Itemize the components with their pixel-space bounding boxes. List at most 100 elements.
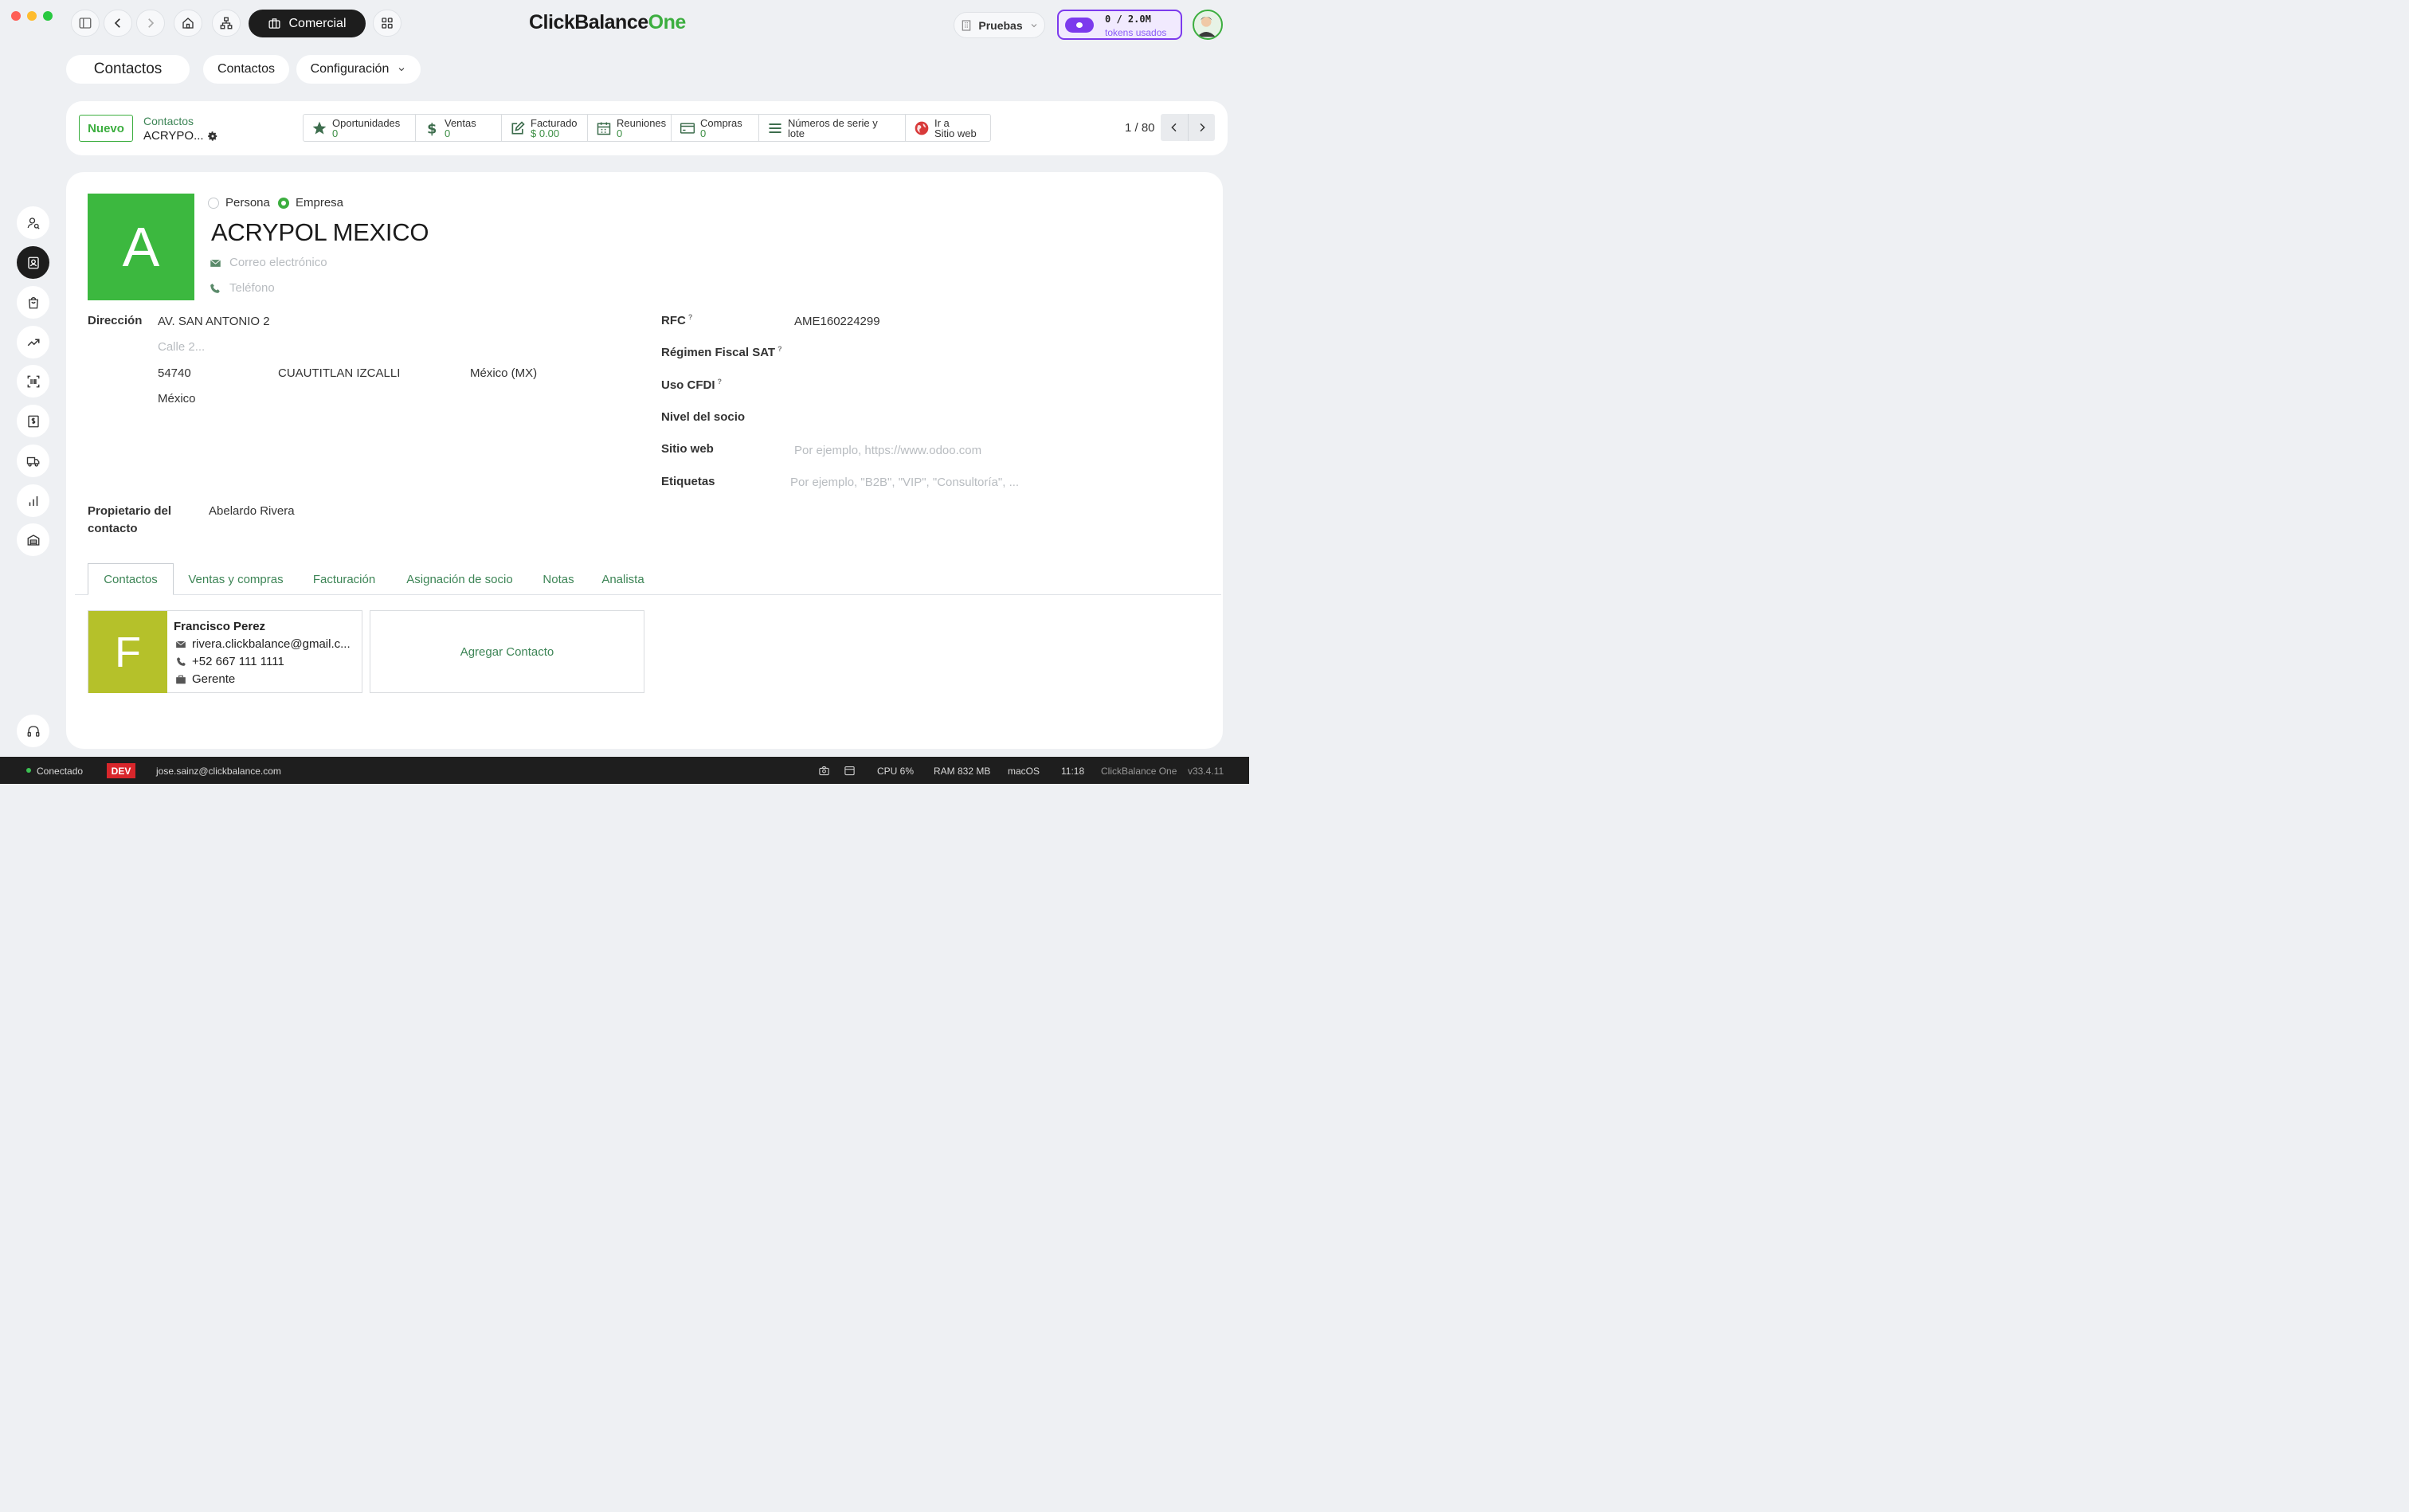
contact-card[interactable]: F Francisco Perez rivera.clickbalance@gm… — [88, 610, 362, 693]
partner-level-label: Nivel del socio — [661, 410, 746, 424]
gear-icon[interactable] — [207, 131, 218, 142]
uso-cfdi-label: Uso CFDI? — [661, 378, 722, 392]
tab-analista[interactable]: Analista — [594, 563, 652, 595]
credit-card-icon — [680, 122, 695, 134]
pager-prev-button[interactable] — [1161, 114, 1188, 141]
radio-person[interactable]: Persona — [208, 196, 270, 210]
website-label: Sitio web — [661, 442, 714, 456]
breadcrumb-parent[interactable]: Contactos — [143, 115, 194, 127]
email-field[interactable]: Correo electrónico — [229, 256, 327, 269]
svg-text:$: $ — [427, 121, 437, 135]
stat-meetings-label: Reuniones — [617, 116, 667, 129]
module-label: Comercial — [288, 16, 347, 30]
stat-website-label: Ir a — [934, 116, 950, 129]
radio-person-circle[interactable] — [208, 197, 219, 209]
new-button[interactable]: Nuevo — [79, 115, 133, 142]
stat-opportunities-value: 0 — [332, 127, 339, 139]
org-chart-button[interactable] — [212, 10, 241, 37]
close-window-button[interactable] — [11, 11, 21, 21]
home-icon — [182, 18, 194, 29]
help-icon[interactable]: ? — [688, 313, 693, 321]
stat-purchases-label: Compras — [700, 116, 742, 129]
chevron-down-icon — [1031, 23, 1036, 27]
tab-contactos[interactable]: Contactos — [88, 563, 174, 595]
stat-serial-numbers[interactable]: Números de serie y lote — [759, 115, 906, 141]
forward-button[interactable] — [136, 10, 165, 37]
minimize-window-button[interactable] — [27, 11, 37, 21]
module-button[interactable]: Comercial — [249, 10, 366, 37]
pager-next-button[interactable] — [1188, 114, 1215, 141]
city-field[interactable]: CUAUTITLAN IZCALLI — [278, 366, 400, 380]
sidebar-support[interactable] — [17, 715, 49, 747]
stat-invoiced[interactable]: Facturado $ 0.00 — [502, 115, 588, 141]
dollar-icon: $ — [427, 121, 437, 135]
country-field[interactable]: México — [158, 392, 196, 405]
sidebar-delivery[interactable] — [17, 445, 49, 477]
maximize-window-button[interactable] — [43, 11, 53, 21]
stat-meetings-value: 0 — [617, 127, 623, 139]
stat-website[interactable]: Ir a Sitio web — [906, 115, 990, 141]
building-icon — [962, 19, 971, 31]
toggle-sidebar-button[interactable] — [71, 10, 100, 37]
add-contact-button[interactable]: Agregar Contacto — [370, 610, 644, 693]
phone-icon — [177, 657, 186, 666]
globe-icon — [915, 121, 929, 135]
stat-purchases[interactable]: Compras 0 — [672, 115, 759, 141]
ram-usage: RAM 832 MB — [934, 766, 991, 777]
stat-opportunities[interactable]: Oportunidades 0 — [304, 115, 416, 141]
contact-role: Gerente — [192, 672, 236, 686]
topnav-config[interactable]: Configuración — [296, 55, 421, 84]
back-button[interactable] — [104, 10, 132, 37]
list-icon — [769, 123, 781, 133]
regimen-field[interactable] — [794, 344, 1017, 362]
help-icon[interactable]: ? — [778, 345, 782, 353]
company-selector[interactable]: Pruebas — [954, 12, 1045, 38]
radio-company[interactable]: Empresa — [278, 196, 343, 210]
contact-email: rivera.clickbalance@gmail.c... — [192, 637, 351, 651]
topnav-title[interactable]: Contactos — [66, 55, 190, 84]
website-field[interactable]: Por ejemplo, https://www.odoo.com — [794, 444, 981, 457]
tab-notas[interactable]: Notas — [534, 563, 583, 595]
help-icon[interactable]: ? — [718, 378, 723, 386]
rfc-field[interactable]: AME160224299 — [794, 315, 880, 328]
tags-field[interactable]: Por ejemplo, "B2B", "VIP", "Consultoría"… — [790, 476, 1019, 489]
breadcrumb-current: ACRYPO... — [143, 129, 204, 143]
stat-purchases-value: 0 — [700, 127, 707, 139]
zip-field[interactable]: 54740 — [158, 366, 191, 380]
home-button[interactable] — [174, 10, 202, 37]
uso-cfdi-field[interactable] — [794, 377, 1017, 394]
smart-buttons: Oportunidades 0 $ Ventas 0 Facturado $ 0.00… — [303, 114, 991, 142]
phone-field[interactable]: Teléfono — [229, 281, 275, 295]
camera-icon[interactable] — [818, 765, 830, 777]
tab-ventas-compras[interactable]: Ventas y compras — [180, 563, 292, 595]
sidebar-reports[interactable] — [17, 484, 49, 517]
tab-facturacion[interactable]: Facturación — [303, 563, 386, 595]
state-field[interactable]: México (MX) — [470, 366, 537, 380]
sidebar-contacts-book[interactable] — [17, 246, 49, 279]
topnav-contacts[interactable]: Contactos — [203, 55, 289, 84]
sidebar-barcode[interactable] — [17, 365, 49, 398]
street-field[interactable]: AV. SAN ANTONIO 2 — [158, 315, 270, 328]
connection-status: Conectado — [37, 766, 84, 777]
stat-meetings[interactable]: Reuniones 0 — [588, 115, 672, 141]
record-name[interactable]: ACRYPOL MEXICO — [211, 218, 429, 247]
stat-invoiced-label: Facturado — [531, 116, 578, 129]
stat-sales[interactable]: $ Ventas 0 — [416, 115, 502, 141]
os-name: macOS — [1008, 766, 1040, 777]
sidebar-shop[interactable] — [17, 286, 49, 319]
sidebar-invoice[interactable] — [17, 405, 49, 437]
tab-asignacion-socio[interactable]: Asignación de socio — [397, 563, 523, 595]
sidebar-trends[interactable] — [17, 326, 49, 358]
record-avatar[interactable]: A — [88, 194, 194, 300]
tokens-widget[interactable]: 0 / 2.0M tokens usados — [1057, 10, 1182, 40]
screen-icon[interactable] — [844, 765, 856, 777]
radio-company-circle[interactable] — [278, 197, 289, 209]
partner-level-field[interactable] — [794, 409, 1017, 427]
trending-up-icon — [27, 339, 39, 346]
sidebar-contacts-person[interactable] — [17, 206, 49, 239]
apps-grid-button[interactable] — [373, 10, 402, 37]
sidebar-warehouse[interactable] — [17, 523, 49, 556]
owner-field[interactable]: Abelardo Rivera — [209, 504, 295, 518]
street2-field[interactable]: Calle 2... — [158, 340, 205, 354]
user-avatar[interactable] — [1193, 10, 1223, 40]
